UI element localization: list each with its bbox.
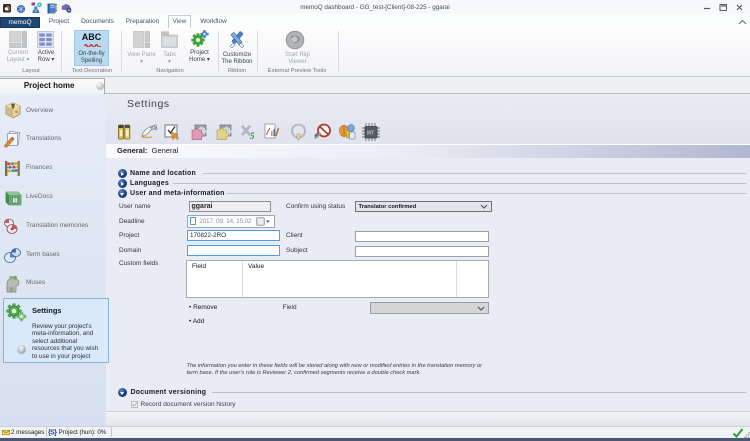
svg-text:MT: MT <box>367 131 374 137</box>
svg-text:5: 5 <box>250 131 255 141</box>
svg-text:{S}: {S} <box>48 430 57 437</box>
